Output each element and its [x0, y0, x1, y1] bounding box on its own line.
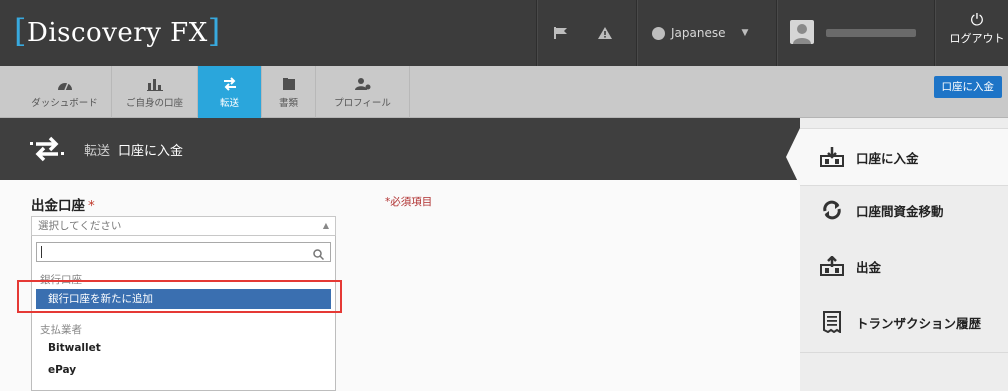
tab-accounts[interactable]: ご自身の口座	[112, 66, 198, 118]
logo-bracket-right: ]	[207, 12, 221, 50]
username-redacted	[826, 29, 916, 37]
tab-transfer[interactable]: 転送	[198, 66, 262, 125]
logout-button[interactable]: ⏻ ログアウト	[946, 10, 1008, 56]
transfer-icon	[222, 75, 238, 93]
source-account-select[interactable]: 選択してください ▲	[31, 216, 336, 236]
flag-icon[interactable]	[548, 0, 574, 66]
option-group-payment-provider: 支払業者	[40, 324, 82, 336]
sidebar-item-transaction-history[interactable]: トランザクション履歴	[800, 293, 1008, 351]
logout-label: ログアウト	[949, 32, 1005, 45]
sidebar-item-deposit-label: 口座に入金	[856, 150, 919, 166]
main-nav: ダッシュボード ご自身の口座 転送 書類 プロフィール	[0, 66, 1008, 125]
required-note: *必須項目	[385, 196, 433, 208]
tab-documents[interactable]: 書類	[262, 66, 316, 118]
bar-chart-icon	[146, 75, 163, 93]
tab-accounts-label: ご自身の口座	[125, 98, 183, 109]
chevron-down-icon: ▼	[741, 28, 749, 38]
transfer-sidebar: 口座に入金 口座間資金移動 出金 トランザクション履歴	[786, 118, 1008, 391]
breadcrumb-root[interactable]: 転送	[84, 140, 110, 159]
withdraw-icon	[818, 254, 846, 278]
deposit-icon	[818, 145, 846, 169]
select-placeholder: 選択してください	[38, 220, 122, 232]
tab-dashboard[interactable]: ダッシュボード	[18, 66, 112, 118]
header-divider	[776, 0, 777, 66]
receipt-icon	[818, 310, 846, 334]
logo-bracket-left: [	[14, 12, 27, 50]
option-epay[interactable]: ePay	[36, 360, 331, 380]
select-dropdown: 銀行口座 銀行口座を新たに追加 支払業者 Bitwallet ePay	[31, 236, 336, 391]
language-label: Japanese	[671, 26, 726, 40]
app-window: [ Discovery FX ] Japanese ▼ ⏻ ログアウト ダッシュ…	[0, 0, 1008, 391]
tab-profile[interactable]: プロフィール	[316, 66, 410, 118]
tab-dashboard-label: ダッシュボード	[31, 98, 98, 109]
option-bitwallet[interactable]: Bitwallet	[36, 338, 331, 358]
top-header: [ Discovery FX ] Japanese ▼ ⏻ ログアウト	[0, 0, 1008, 66]
header-divider	[636, 0, 637, 66]
header-divider	[536, 0, 537, 66]
search-icon	[313, 245, 325, 264]
sidebar-item-internal-transfer[interactable]: 口座間資金移動	[800, 181, 1008, 239]
deposit-button[interactable]: 口座に入金	[933, 76, 1002, 98]
dashboard-icon	[57, 75, 73, 93]
avatar[interactable]	[790, 20, 814, 44]
tab-transfer-label: 転送	[219, 98, 239, 109]
language-selector[interactable]: Japanese ▼	[652, 21, 762, 45]
highlight-callout	[17, 280, 342, 313]
source-account-label-text: 出金口座	[31, 198, 85, 214]
main-content: 出金口座 * *必須項目 選択してください ▲ 銀行口座 銀行口座を新たに追加 支…	[0, 180, 800, 391]
chevron-up-icon: ▲	[322, 221, 329, 230]
sidebar-item-withdraw-label: 出金	[856, 259, 882, 275]
logo[interactable]: [ Discovery FX ]	[14, 10, 221, 56]
required-star: *	[88, 198, 95, 214]
logo-text: Discovery FX	[26, 18, 208, 48]
globe-icon	[652, 26, 665, 40]
sidebar-divider	[800, 352, 1008, 353]
document-icon	[282, 75, 296, 93]
page-title: 口座に入金	[118, 143, 184, 159]
page-title-bar: 転送 口座に入金	[0, 118, 800, 180]
sidebar-item-deposit[interactable]: 口座に入金	[786, 128, 1008, 186]
sidebar-item-transaction-history-label: トランザクション履歴	[856, 315, 982, 331]
transfer-icon	[30, 134, 64, 164]
tab-documents-label: 書類	[278, 98, 298, 109]
dropdown-search-input[interactable]	[36, 242, 331, 262]
tab-profile-label: プロフィール	[334, 98, 391, 109]
sidebar-item-internal-transfer-label: 口座間資金移動	[856, 203, 944, 219]
text-cursor	[41, 246, 42, 258]
header-divider	[934, 0, 935, 66]
sidebar-item-withdraw[interactable]: 出金	[800, 237, 1008, 295]
source-account-label: 出金口座 *	[31, 194, 95, 214]
profile-icon	[354, 75, 371, 93]
warning-icon[interactable]	[592, 0, 618, 66]
power-icon: ⏻	[970, 10, 984, 29]
internal-transfer-icon	[818, 198, 846, 222]
